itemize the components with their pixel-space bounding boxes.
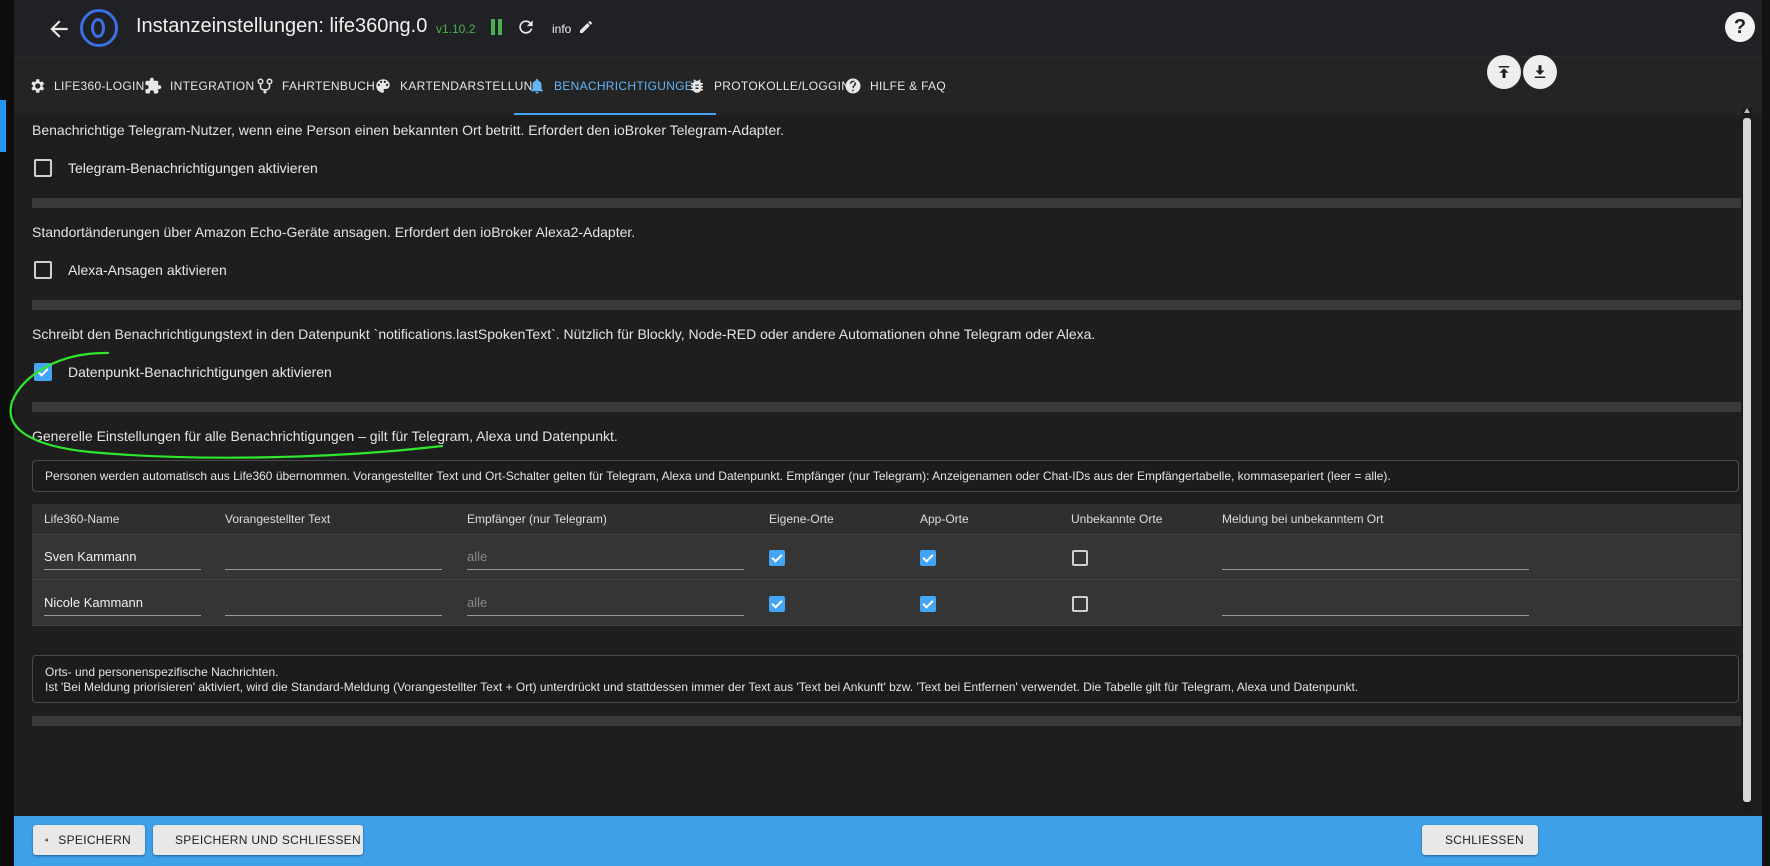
unknown-message-field[interactable]	[1222, 546, 1529, 570]
general-description: Generelle Einstellungen für alle Benachr…	[32, 428, 618, 444]
telegram-checkbox-row[interactable]: Telegram-Benachrichtigungen aktivieren	[32, 159, 318, 177]
unknown-places-checkbox[interactable]	[1072, 550, 1088, 566]
section-divider	[32, 198, 1741, 208]
tab-label: INTEGRATION	[170, 79, 255, 93]
table-row: Nicole Kammann alle	[32, 580, 1741, 626]
scrollbar-thumb[interactable]	[1743, 118, 1751, 802]
places-note-line2: Ist 'Bei Meldung priorisieren' aktiviert…	[45, 680, 1359, 694]
tab-kartendarstellung[interactable]: KARTENDARSTELLUNG	[374, 57, 542, 115]
help-circle-icon	[845, 78, 861, 94]
datapoint-checkbox-row[interactable]: Datenpunkt-Benachrichtigungen aktivieren	[32, 363, 332, 381]
prefix-text-field[interactable]	[225, 592, 442, 616]
general-note-text: Personen werden automatisch aus Life360 …	[45, 469, 1391, 483]
tab-label: HILFE & FAQ	[870, 79, 946, 93]
places-note-box: Orts- und personenspezifische Nachrichte…	[32, 655, 1739, 703]
tab-integration[interactable]: INTEGRATION	[144, 57, 254, 115]
app-places-checkbox[interactable]	[920, 596, 936, 612]
route-icon	[257, 78, 273, 94]
alexa-checkbox-label: Alexa-Ansagen aktivieren	[68, 262, 227, 278]
close-button[interactable]: SCHLIESSEN	[1422, 825, 1538, 855]
name-field[interactable]: Nicole Kammann	[44, 592, 201, 616]
bell-icon	[531, 78, 543, 94]
recipients-field[interactable]: alle	[467, 592, 744, 616]
version-label: v1.10.2	[436, 22, 476, 36]
dialog-footer: SPEICHERN SPEICHERN UND SCHLIESSEN SCHLI…	[14, 816, 1762, 866]
column-header: Unbekannte Orte	[1071, 512, 1163, 526]
prefix-text-field[interactable]	[225, 546, 442, 570]
app-places-checkbox[interactable]	[920, 550, 936, 566]
general-note-box: Personen werden automatisch aus Life360 …	[32, 460, 1739, 492]
page-title: Instanzeinstellungen: life360ng.0	[136, 15, 428, 37]
close-icon	[1434, 839, 1435, 841]
save-button-label: SPEICHERN	[58, 833, 131, 847]
download-icon	[1534, 65, 1546, 78]
tab-label: KARTENDARSTELLUNG	[400, 79, 543, 93]
column-header: Empfänger (nur Telegram)	[467, 512, 607, 526]
left-accent-bar	[0, 100, 6, 152]
telegram-checkbox-label: Telegram-Benachrichtigungen aktivieren	[68, 160, 318, 176]
table-header: Life360-Name Vorangestellter Text Empfän…	[32, 504, 1741, 535]
places-note-line1: Orts- und personenspezifische Nachrichte…	[45, 665, 279, 679]
column-header: Eigene-Orte	[769, 512, 834, 526]
reload-icon[interactable]	[516, 17, 536, 37]
gear-icon	[31, 79, 45, 93]
own-places-checkbox[interactable]	[769, 550, 785, 566]
bug-icon	[691, 79, 703, 93]
datapoint-description: Schreibt den Benachrichtigungstext in de…	[32, 326, 1096, 342]
upload-icon	[1498, 66, 1510, 78]
section-divider	[32, 300, 1741, 310]
own-places-checkbox[interactable]	[769, 596, 785, 612]
alexa-description: Standortänderungen über Amazon Echo-Gerä…	[32, 224, 636, 240]
content-scrollbar[interactable]	[1742, 108, 1752, 814]
pause-icon[interactable]	[490, 19, 504, 35]
tab-life360-login[interactable]: LIFE360-LOGIN	[28, 57, 145, 115]
unknown-message-field[interactable]	[1222, 592, 1529, 616]
save-and-close-button-label: SPEICHERN UND SCHLIESSEN	[175, 833, 361, 847]
dialog-header: Instanzeinstellungen: life360ng.0 v1.10.…	[14, 0, 1762, 57]
pencil-icon[interactable]	[578, 19, 594, 35]
info-label: info	[552, 22, 572, 36]
tab-protokolle-logging[interactable]: PROTOKOLLE/LOGGING	[688, 57, 860, 115]
tab-label: FAHRTENBUCH	[282, 79, 376, 93]
datapoint-checkbox[interactable]	[34, 363, 52, 381]
instance-settings-dialog: Instanzeinstellungen: life360ng.0 v1.10.…	[14, 0, 1762, 866]
telegram-checkbox[interactable]	[34, 159, 52, 177]
tab-label: PROTOKOLLE/LOGGING	[714, 79, 860, 93]
tab-hilfe-faq[interactable]: HILFE & FAQ	[844, 57, 946, 115]
download-config-button[interactable]	[1523, 55, 1557, 89]
puzzle-icon	[145, 77, 162, 94]
save-and-close-button[interactable]: SPEICHERN UND SCHLIESSEN	[153, 825, 363, 855]
telegram-description: Benachrichtige Telegram-Nutzer, wenn ein…	[32, 122, 785, 138]
close-button-label: SCHLIESSEN	[1444, 833, 1524, 847]
palette-icon	[376, 79, 390, 93]
recipients-field[interactable]: alle	[467, 546, 744, 570]
column-header: Vorangestellter Text	[225, 512, 331, 526]
datapoint-checkbox-label: Datenpunkt-Benachrichtigungen aktivieren	[68, 364, 332, 380]
section-divider	[32, 716, 1741, 726]
arrow-left-icon[interactable]	[46, 16, 72, 42]
left-edge-strip	[0, 0, 14, 866]
section-divider	[32, 402, 1741, 412]
unknown-places-checkbox[interactable]	[1072, 596, 1088, 612]
save-icon	[45, 838, 48, 842]
notifications-panel: Benachrichtige Telegram-Nutzer, wenn ein…	[14, 116, 1762, 816]
tab-label: LIFE360-LOGIN	[54, 79, 145, 93]
column-header: Meldung bei unbekanntem Ort	[1222, 512, 1384, 526]
upload-config-button[interactable]	[1487, 55, 1521, 89]
help-icon[interactable]: ?	[1725, 12, 1755, 42]
alexa-checkbox-row[interactable]: Alexa-Ansagen aktivieren	[32, 261, 227, 279]
scroll-up-icon[interactable]	[1744, 108, 1750, 113]
alexa-checkbox[interactable]	[34, 261, 52, 279]
life360-logo	[80, 9, 118, 47]
name-field[interactable]: Sven Kammann	[44, 546, 201, 570]
column-header: App-Orte	[920, 512, 969, 526]
tab-benachrichtigungen[interactable]: BENACHRICHTIGUNGEN	[513, 57, 717, 115]
tab-fahrtenbuch[interactable]: FAHRTENBUCH	[256, 57, 375, 115]
save-button[interactable]: SPEICHERN	[33, 825, 145, 855]
tab-label: BENACHRICHTIGUNGEN	[554, 79, 703, 93]
column-header: Life360-Name	[44, 512, 120, 526]
persons-table: Life360-Name Vorangestellter Text Empfän…	[32, 504, 1741, 626]
table-row: Sven Kammann alle	[32, 534, 1741, 580]
